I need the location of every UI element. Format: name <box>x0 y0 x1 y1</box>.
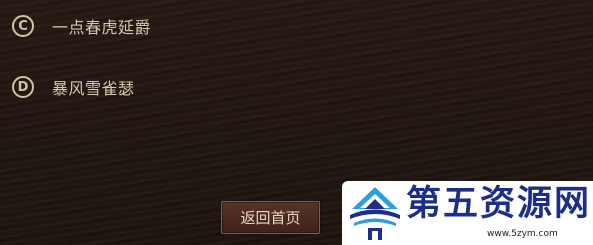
watermark-url: www.5zym.com <box>487 229 558 239</box>
option-d-badge: D <box>12 76 34 98</box>
watermark-logo: 第五资源网 www.5zym.com <box>342 181 593 245</box>
option-c-badge: C <box>12 15 34 37</box>
option-d[interactable]: D 暴风雪雀瑟 <box>12 74 135 100</box>
mountain-wave-logo-icon <box>350 187 400 240</box>
option-c[interactable]: C 一点春虎延爵 <box>12 13 151 39</box>
option-c-text: 一点春虎延爵 <box>52 18 152 37</box>
watermark-name: 第五资源网 <box>406 184 592 224</box>
option-d-text: 暴风雪雀瑟 <box>52 79 135 98</box>
back-home-button[interactable]: 返回首页 <box>221 201 320 234</box>
